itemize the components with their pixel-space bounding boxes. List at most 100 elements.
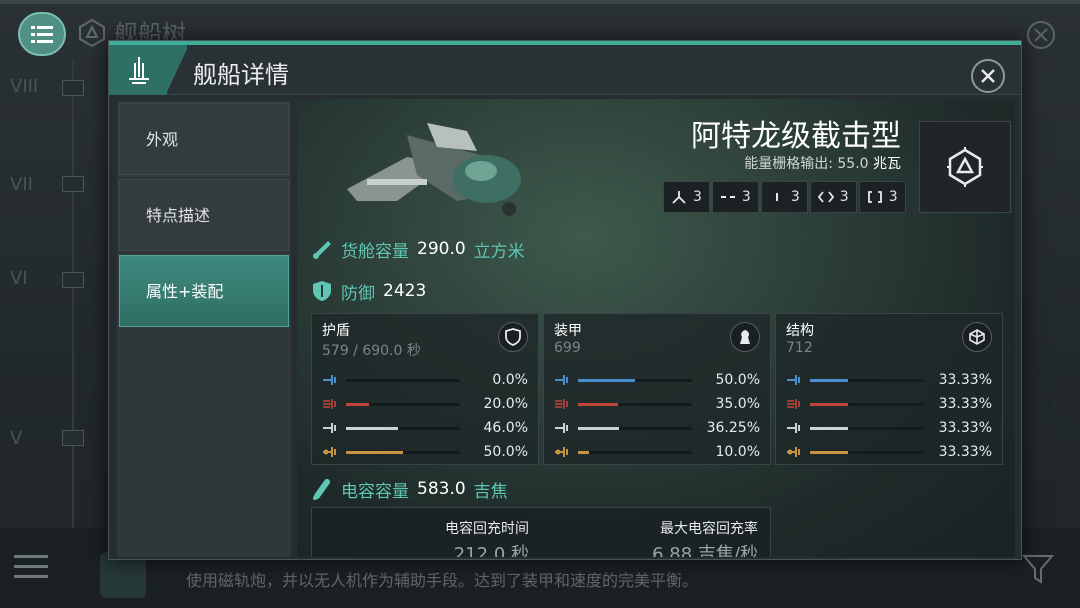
- rig-slot: 3: [858, 181, 906, 213]
- cargo-value: 290.0: [417, 239, 466, 259]
- tab-attributes-fitting[interactable]: 属性+装配: [119, 255, 289, 327]
- capacitor-value: 583.0: [417, 479, 466, 499]
- em-damage-icon: [323, 375, 336, 385]
- tier-line: [72, 60, 74, 530]
- tab-description[interactable]: 特点描述: [119, 179, 289, 251]
- tier-label: V: [10, 428, 23, 449]
- high-slot: 3: [663, 181, 710, 213]
- capacitor-icon: [313, 479, 330, 500]
- power-grid-unit: 兆瓦: [873, 156, 901, 172]
- capacitor-details: 电容回充时间 212.0 秒 最大电容回充率 6.88 吉焦/秒: [311, 507, 771, 557]
- cargo-icon: [313, 241, 331, 259]
- em-damage-icon: [555, 375, 568, 385]
- layer-name: 护盾: [322, 323, 350, 339]
- shield-layer: 护盾 579 / 690.0 秒 0.0% 20.0% 46.0% 50.0%: [311, 313, 539, 465]
- main-menu-button[interactable]: [18, 12, 66, 56]
- resist-percent: 33.33%: [938, 396, 992, 412]
- header-icon-box: [109, 45, 167, 95]
- menu-icon: [31, 26, 53, 43]
- resist-percent: 0.0%: [492, 372, 528, 388]
- thermal-resist-row: 20.0%: [322, 396, 528, 412]
- tier-label: VII: [10, 174, 33, 195]
- resist-percent: 20.0%: [483, 396, 528, 412]
- high-slot-count: 3: [693, 189, 702, 205]
- close-icon: [981, 69, 995, 83]
- defense-label: 防御: [341, 283, 375, 304]
- ship-silhouette-icon: [129, 57, 149, 84]
- tier-label: VI: [10, 268, 28, 289]
- cargo-capacity-row: 货舱容量 290.0 立方米: [311, 235, 525, 263]
- layer-hp: 712: [786, 340, 813, 356]
- thermal-resist-row: 35.0%: [554, 396, 760, 412]
- explosive-resist-row: 33.33%: [786, 444, 992, 460]
- list-menu-icon[interactable]: [14, 552, 48, 582]
- resist-percent: 33.33%: [938, 444, 992, 460]
- close-button[interactable]: [971, 59, 1005, 93]
- resist-bar: [810, 426, 924, 430]
- recharge-time-label: 电容回充时间: [445, 521, 529, 537]
- ship-tree-icon: [79, 18, 105, 48]
- ship-emblem[interactable]: [919, 121, 1011, 213]
- resist-percent: 33.33%: [938, 420, 992, 436]
- attributes-panel: 阿特龙级截击型 能量栅格输出: 55.0 兆瓦 3 3 3 3 3 货舱容量 2…: [297, 99, 1015, 557]
- power-grid-label: 能量栅格输出:: [744, 156, 833, 172]
- explosive-damage-icon: [555, 447, 568, 457]
- max-recharge-rate-value: 6.88 吉焦/秒: [652, 544, 758, 557]
- filter-icon[interactable]: [1022, 552, 1054, 586]
- em-resist-row: 33.33%: [786, 372, 992, 388]
- kinetic-damage-icon: [323, 423, 336, 433]
- power-grid-value: 55.0: [837, 156, 869, 172]
- tier-node[interactable]: [62, 272, 84, 288]
- resist-bar: [578, 450, 692, 454]
- mid-slot: 3: [711, 181, 759, 213]
- max-recharge-rate-cell: 最大电容回充率 6.88 吉焦/秒: [541, 508, 770, 557]
- explosive-resist-row: 10.0%: [554, 444, 760, 460]
- armor-layer: 装甲 699 50.0% 35.0% 36.25% 10.0%: [543, 313, 771, 465]
- tier-node[interactable]: [62, 80, 84, 96]
- tier-node[interactable]: [62, 430, 84, 446]
- tier-node[interactable]: [62, 176, 84, 192]
- tab-appearance[interactable]: 外观: [119, 103, 289, 175]
- detail-tabs: 外观 特点描述 属性+装配: [117, 101, 291, 557]
- ship-tree-emblem-icon: [947, 147, 983, 187]
- defense-shield-icon: [313, 281, 331, 301]
- structure-layer: 结构 712 33.33% 33.33% 33.33% 33.33%: [775, 313, 1003, 465]
- resist-percent: 50.0%: [483, 444, 528, 460]
- ship-details-dialog: 舰船详情 外观 特点描述 属性+装配 阿特龙级截击型 能量栅格输出: 55.0 …: [108, 40, 1022, 560]
- power-grid-output: 能量栅格输出: 55.0 兆瓦: [744, 153, 901, 173]
- layer-name: 结构: [786, 323, 814, 339]
- kinetic-damage-icon: [787, 423, 800, 433]
- mid-slot-icon: [720, 196, 735, 198]
- resist-bar: [346, 450, 460, 454]
- resist-bar: [346, 402, 460, 406]
- high-slot-icon: [672, 191, 686, 204]
- explosive-damage-icon: [323, 447, 336, 457]
- capacitor-label: 电容容量: [341, 481, 409, 502]
- rig-slot-count: 3: [888, 189, 898, 205]
- capacitor-unit: 吉焦: [473, 481, 508, 502]
- kinetic-resist-row: 33.33%: [786, 420, 992, 436]
- recharge-time-cell: 电容回充时间 212.0 秒: [312, 508, 541, 557]
- shield-icon: [498, 322, 528, 352]
- layer-name: 装甲: [554, 323, 582, 339]
- ship-model-image: [347, 123, 521, 216]
- resist-percent: 33.33%: [938, 372, 992, 388]
- resist-bar: [346, 378, 460, 382]
- rig-slot-icon: [867, 191, 882, 203]
- max-recharge-rate-label: 最大电容回充率: [660, 521, 758, 537]
- defense-layers: 护盾 579 / 690.0 秒 0.0% 20.0% 46.0% 50.0% …: [311, 313, 1003, 465]
- drone-slot-count: 3: [839, 189, 849, 205]
- resist-bar: [578, 378, 692, 382]
- header-slant: [167, 45, 187, 95]
- kinetic-resist-row: 36.25%: [554, 420, 760, 436]
- dialog-title: 舰船详情: [193, 61, 289, 89]
- layer-hp: 579 / 690.0 秒: [322, 343, 421, 359]
- drone-slot-icon: [817, 191, 834, 203]
- em-resist-row: 50.0%: [554, 372, 760, 388]
- ship-description: 使用磁轨炮，并以无人机作为辅助手段。达到了装甲和速度的完美平衡。: [186, 571, 699, 590]
- drone-slot: 3: [809, 181, 857, 213]
- fitting-slots: 3 3 3 3 3: [663, 181, 906, 213]
- thermal-damage-icon: [323, 399, 336, 409]
- low-slot-count: 3: [790, 189, 800, 205]
- background-close-icon[interactable]: [1026, 20, 1056, 50]
